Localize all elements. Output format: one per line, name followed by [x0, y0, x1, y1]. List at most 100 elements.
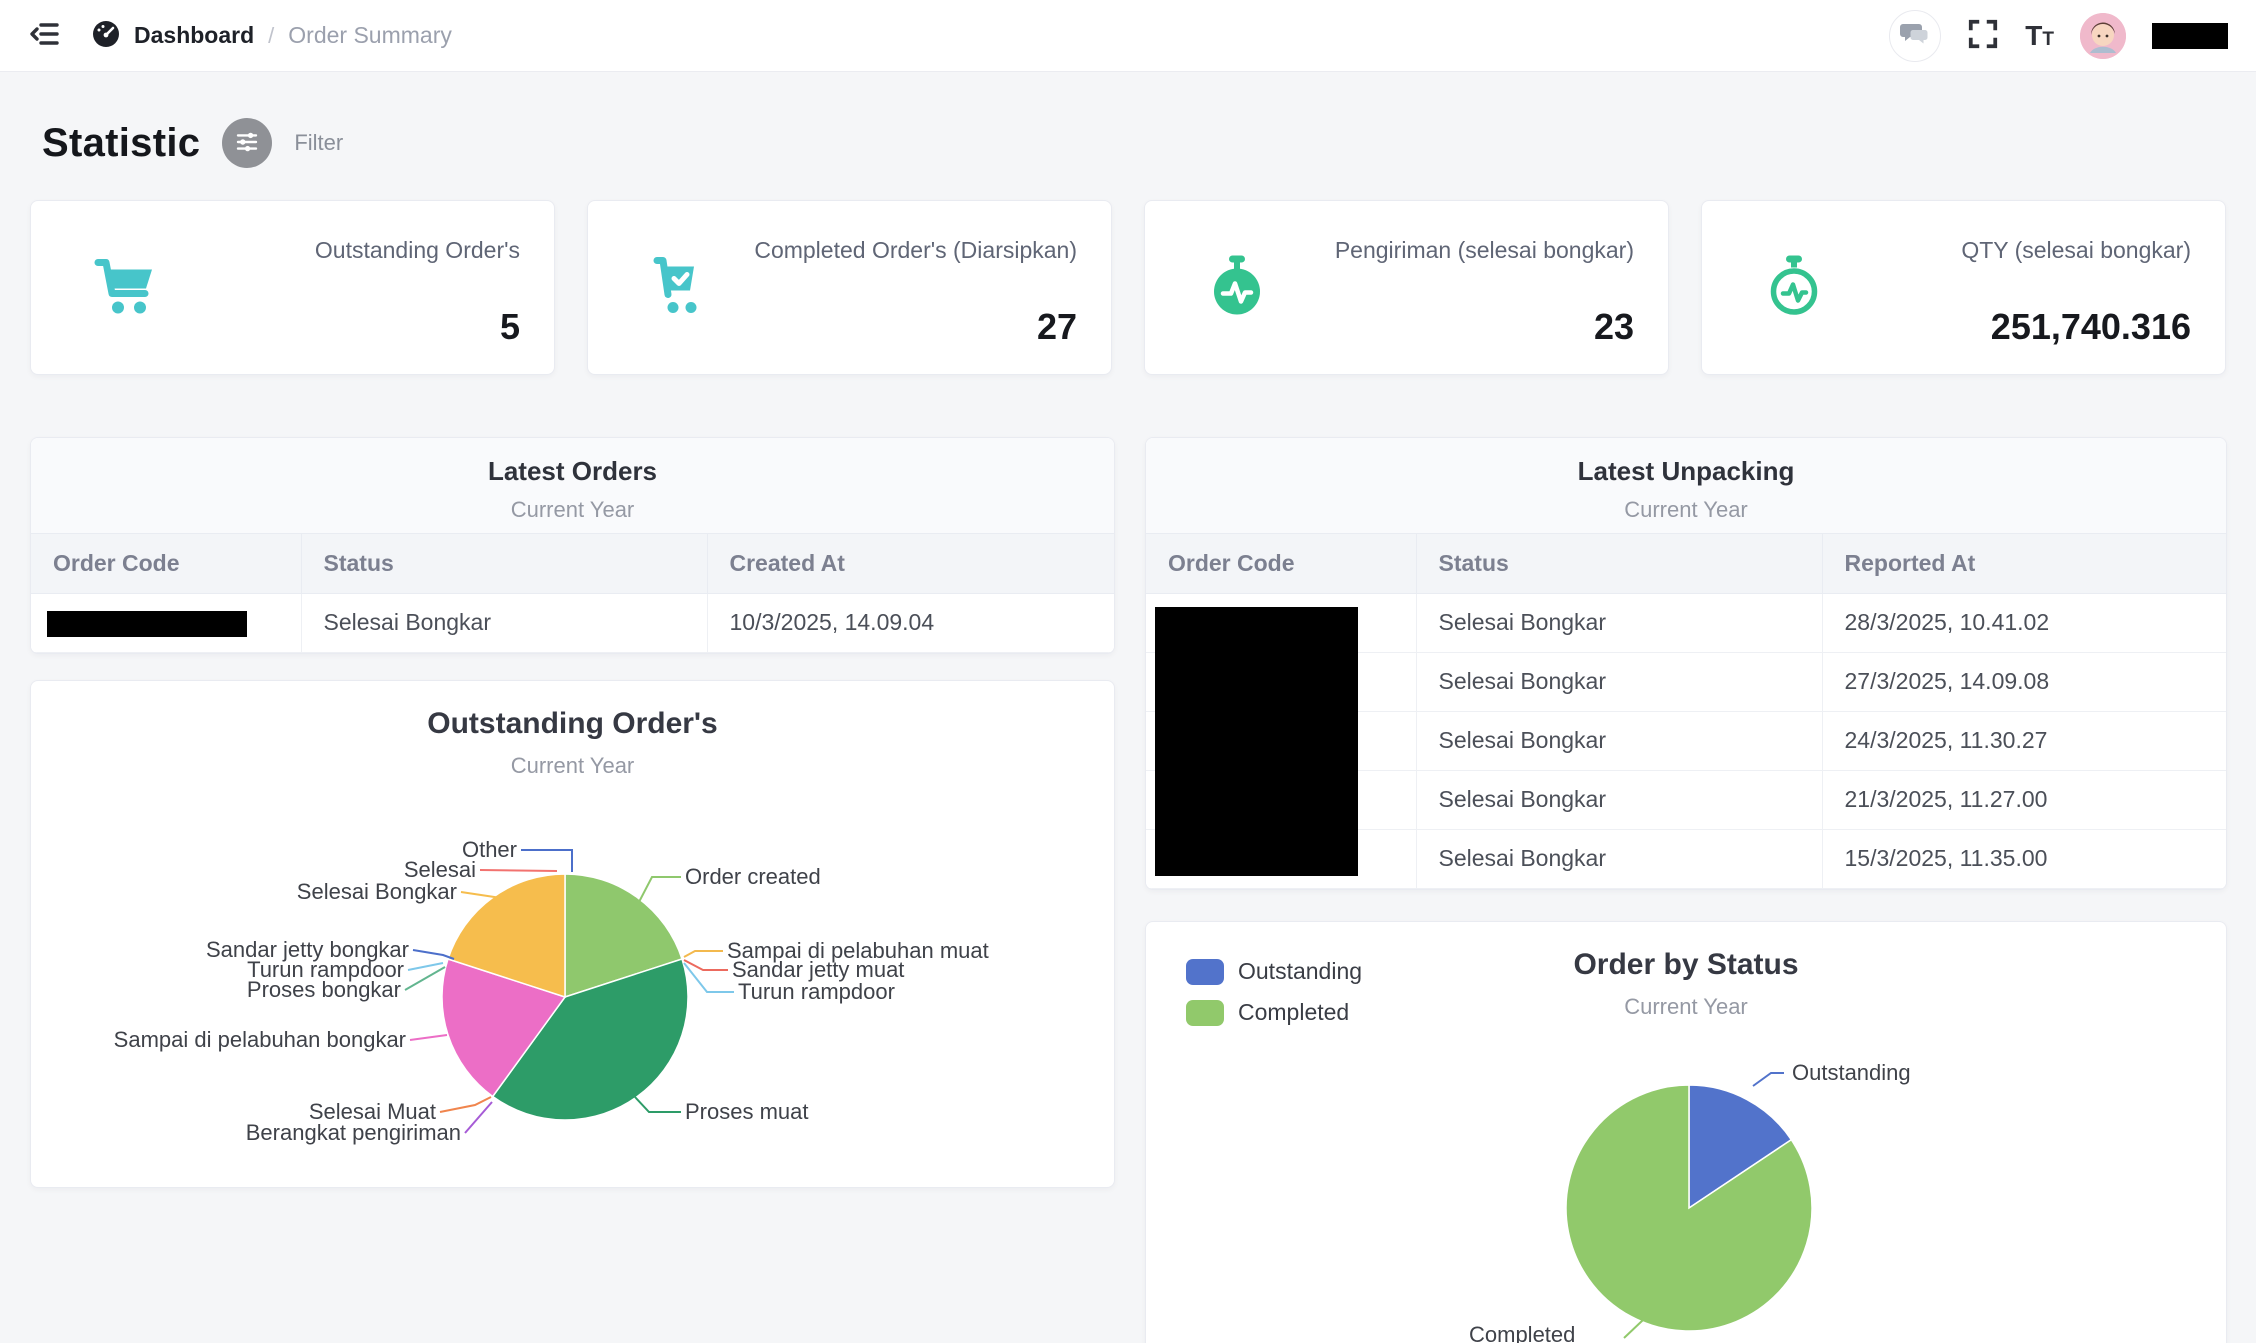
text-size-icon: TT [2025, 19, 2054, 51]
cart-icon [87, 249, 159, 326]
latest-orders-card: Latest Orders Current Year Order Code St… [30, 437, 1115, 654]
legend-item-outstanding[interactable]: Outstanding [1186, 958, 1362, 985]
callout-label: Proses muat [685, 1099, 809, 1124]
sidebar-toggle-button[interactable] [28, 15, 66, 56]
breadcrumb-current: Order Summary [288, 22, 452, 48]
reported-at-cell: 15/3/2025, 11.35.00 [1822, 829, 2226, 889]
stat-card-outstanding-orders: Outstanding Order's 5 [30, 200, 555, 375]
stopwatch-icon [1201, 249, 1273, 326]
table-title: Latest Orders [487, 456, 658, 486]
breadcrumb-dashboard[interactable]: Dashboard [90, 17, 254, 55]
callout-line [412, 949, 455, 960]
legend-item-completed[interactable]: Completed [1186, 999, 1362, 1026]
sidebar-toggle-icon [28, 15, 66, 56]
chart-legend: Outstanding Completed [1186, 958, 1362, 1026]
callout-line [1752, 1072, 1784, 1087]
stat-card-label: Completed Order's (Diarsipkan) [754, 237, 1077, 263]
stat-card-completed-orders: Completed Order's (Diarsipkan) 27 [587, 200, 1112, 375]
column-header-status: Status [301, 534, 708, 594]
reported-at-cell: 27/3/2025, 14.09.08 [1822, 652, 2226, 712]
table-title: Latest Unpacking [1577, 456, 1795, 486]
callout-label: Turun rampdoor [738, 979, 895, 1004]
column-header-order-code: Order Code [31, 534, 302, 594]
legend-label: Completed [1238, 999, 1350, 1025]
stat-card-label: QTY (selesai bongkar) [1961, 237, 2191, 263]
text-size-button[interactable]: TT [2025, 20, 2054, 52]
callout-line [407, 962, 444, 971]
callout-line [683, 962, 734, 993]
created-at-cell: 10/3/2025, 14.09.04 [707, 593, 1114, 653]
legend-swatch-outstanding [1186, 958, 1224, 985]
breadcrumb-main-label: Dashboard [134, 22, 255, 48]
top-navbar: Dashboard / Order Summary TT [0, 0, 2256, 72]
column-header-status: Status [1416, 534, 1823, 594]
breadcrumb-separator: / [268, 22, 275, 48]
stopwatch-outline-icon [1758, 249, 1830, 326]
stat-card-label: Outstanding Order's [314, 237, 520, 263]
chart-title: Outstanding Order's [427, 707, 718, 740]
reported-at-cell: 24/3/2025, 11.30.27 [1822, 711, 2226, 771]
latest-unpacking-header: Latest Unpacking Current Year [1146, 438, 2226, 534]
callout-label: Proses bongkar [247, 977, 401, 1002]
callout-line [1623, 1319, 1644, 1339]
dashboard-page: Dashboard / Order Summary TT Statistic F… [0, 0, 2256, 1343]
stat-card-value: 251,740.316 [1990, 306, 2191, 347]
chart-subtitle: Current Year [510, 753, 635, 778]
callout-line [409, 1034, 448, 1041]
stat-card-label: Pengiriman (selesai bongkar) [1334, 237, 1634, 263]
stat-card-value: 27 [1036, 306, 1077, 347]
outstanding-orders-pie-chart: Other Selesai Selesai Bongkar Sandar jet… [114, 837, 989, 1145]
column-header-order-code: Order Code [1146, 534, 1417, 594]
stat-card-pengiriman: Pengiriman (selesai bongkar) 23 [1144, 200, 1669, 375]
callout-label: Selesai Bongkar [297, 879, 457, 904]
chat-icon [1900, 21, 1930, 50]
status-cell: Selesai Bongkar [1416, 829, 1823, 889]
stat-cards-row: Outstanding Order's 5 Completed Order's … [30, 200, 2226, 375]
redacted-order-codes [1155, 607, 1358, 876]
legend-label: Outstanding [1238, 958, 1363, 984]
status-cell: Selesai Bongkar [1416, 711, 1823, 771]
filter-button[interactable] [222, 118, 273, 168]
callout-label: Order created [685, 864, 821, 889]
redacted-username[interactable] [2152, 22, 2228, 49]
callout-label: Outstanding [1792, 1060, 1911, 1085]
callout-line [521, 849, 573, 872]
chat-button[interactable] [1889, 9, 1942, 62]
callout-line [479, 869, 558, 872]
cart-check-icon [644, 249, 716, 326]
status-cell: Selesai Bongkar [1416, 652, 1823, 712]
order-by-status-chart-card: Order by Status Current Year Outstanding… [1145, 921, 2227, 1343]
stat-card-value: 23 [1593, 306, 1634, 347]
filter-sliders-icon [232, 127, 262, 160]
breadcrumb: Dashboard / Order Summary [90, 17, 452, 55]
legend-swatch-completed [1186, 999, 1224, 1026]
callout-line [683, 950, 723, 958]
stat-card-qty: QTY (selesai bongkar) 251,740.316 [1701, 200, 2226, 375]
fullscreen-button[interactable] [1967, 18, 1999, 53]
callout-line [439, 1096, 492, 1113]
status-cell: Selesai Bongkar [301, 593, 708, 653]
reported-at-cell: 21/3/2025, 11.27.00 [1822, 770, 2226, 830]
callout-label: Completed [1469, 1322, 1575, 1343]
status-cell: Selesai Bongkar [1416, 770, 1823, 830]
dashboard-gauge-icon [90, 17, 122, 55]
callout-line [638, 876, 681, 903]
callout-label: Berangkat pengiriman [246, 1120, 461, 1145]
outstanding-orders-chart-card: Outstanding Order's Current Year Other S… [30, 680, 1115, 1188]
column-header-reported-at: Reported At [1822, 534, 2226, 594]
latest-orders-header: Latest Orders Current Year [31, 438, 1114, 534]
page-title: Statistic [42, 120, 201, 165]
table-subtitle: Current Year [1624, 497, 1748, 522]
column-header-created-at: Created At [707, 534, 1114, 594]
callout-label: Sampai di pelabuhan bongkar [114, 1027, 406, 1052]
latest-unpacking-card: Latest Unpacking Current Year Order Code… [1145, 437, 2227, 890]
order-by-status-pie-chart: Outstanding Completed [1469, 1060, 1911, 1343]
redacted-order-code [47, 611, 247, 637]
status-cell: Selesai Bongkar [1416, 593, 1823, 653]
table-subtitle: Current Year [510, 497, 635, 522]
stat-card-value: 5 [499, 306, 520, 347]
callout-line [683, 959, 728, 971]
fullscreen-icon [1967, 18, 1999, 53]
filter-label: Filter [294, 130, 344, 155]
user-avatar[interactable] [2080, 12, 2126, 59]
